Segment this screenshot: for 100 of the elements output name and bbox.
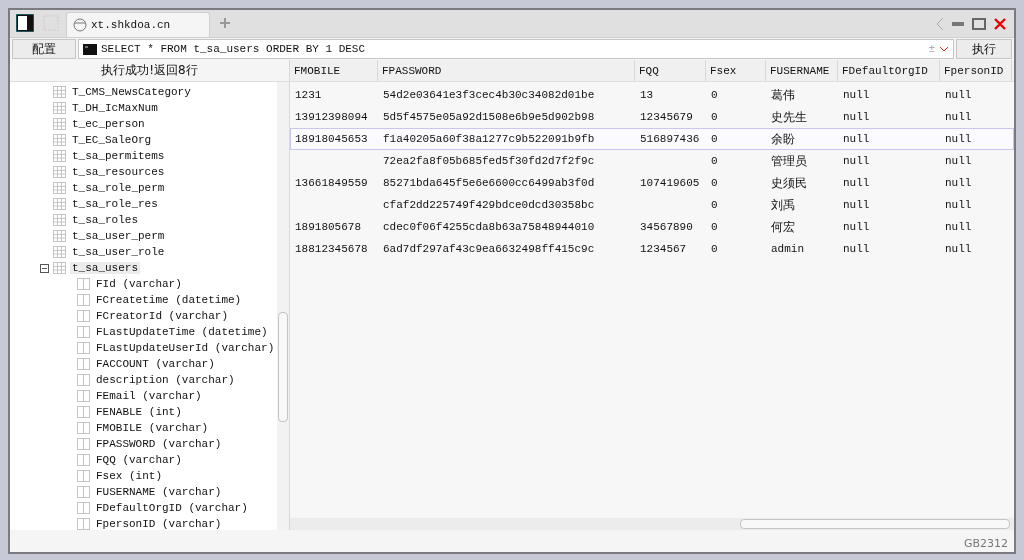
column-tree-item[interactable]: description (varchar) — [94, 374, 237, 386]
table-cell: 1891805678 — [295, 221, 361, 233]
table-cell: 余盼 — [771, 130, 795, 148]
table-tree-item[interactable]: T_DH_IcMaxNum — [70, 102, 160, 114]
column-tree-item[interactable]: FACCOUNT (varchar) — [94, 358, 217, 370]
table-icon — [53, 198, 66, 210]
table-cell: 管理员 — [771, 152, 807, 170]
table-icon — [53, 118, 66, 130]
column-tree-item[interactable]: FQQ (varchar) — [94, 454, 184, 466]
table-tree-item[interactable]: t_sa_resources — [70, 166, 167, 178]
table-cell: 刘禹 — [771, 196, 795, 214]
table-cell: null — [945, 111, 972, 123]
table-cell: 何宏 — [771, 218, 795, 236]
table-icon — [53, 86, 66, 98]
column-header[interactable]: Fsex — [706, 60, 766, 81]
table-cell: admin — [771, 243, 804, 255]
table-cell: 107419605 — [640, 177, 700, 189]
table-cell: 5d5f4575e05a92d1508e6b9e5d902b98 — [383, 111, 595, 123]
table-cell: 史先生 — [771, 108, 807, 126]
table-row[interactable]: 1891805678 cdec0f06f4255cda8b63a75848944010 34567890 0 何宏 null null — [290, 216, 1014, 238]
column-icon — [77, 374, 90, 386]
column-icon — [77, 326, 90, 338]
column-tree-item[interactable]: FCreatorId (varchar) — [94, 310, 231, 322]
browser-tab[interactable]: xt.shkdoa.cn — [66, 12, 210, 37]
table-cell: cdec0f06f4255cda8b63a75848944010 — [383, 221, 595, 233]
dropdown-caret-icon[interactable] — [939, 46, 949, 52]
table-cell: f1a40205a60f38a1277c9b522091b9fb — [383, 133, 595, 145]
table-cell: null — [945, 243, 972, 255]
table-cell: 18812345678 — [295, 243, 368, 255]
table-tree-item[interactable]: t_sa_role_res — [70, 198, 160, 210]
column-icon — [77, 390, 90, 402]
table-row[interactable]: cfaf2dd225749f429bdce0dcd30358bc 0 刘禹 null null — [290, 194, 1014, 216]
column-tree-item[interactable]: FDefaultOrgID (varchar) — [94, 502, 250, 514]
column-icon — [77, 518, 90, 530]
config-button[interactable]: 配置 — [12, 39, 76, 59]
column-icon — [77, 422, 90, 434]
column-header[interactable]: FDefaultOrgID — [838, 60, 940, 81]
table-icon — [53, 262, 66, 274]
table-row[interactable]: 18812345678 6ad7df297af43c9ea6632498ff415c9c 1234567 0 admin null null — [290, 238, 1014, 260]
table-row[interactable]: 72ea2fa8f05b685fed5f30fd2d7f2f9c 0 管理员 null null — [290, 150, 1014, 172]
table-row[interactable]: 13912398094 5d5f4575e05a92d1508e6b9e5d902b98 12345679 0 史先生 null null — [290, 106, 1014, 128]
query-field[interactable]: SELECT * FROM t_sa_users ORDER BY 1 DESC ± — [78, 39, 954, 59]
table-icon — [53, 214, 66, 226]
table-cell: 13661849559 — [295, 177, 368, 189]
column-tree-item[interactable]: FENABLE (int) — [94, 406, 184, 418]
sidebar-toggle-icon[interactable] — [16, 14, 34, 32]
column-icon — [77, 438, 90, 450]
column-tree-item[interactable]: FPASSWORD (varchar) — [94, 438, 224, 450]
table-tree-item[interactable]: t_sa_permitems — [70, 150, 167, 162]
table-tree-item[interactable]: t_sa_user_role — [70, 246, 167, 258]
table-cell: 85271bda645f5e6e6600cc6499ab3f0d — [383, 177, 595, 189]
table-cell: 0 — [711, 199, 718, 211]
column-header[interactable]: FQQ — [635, 60, 706, 81]
table-cell: null — [843, 155, 870, 167]
table-tree-item[interactable]: t_sa_roles — [70, 214, 140, 226]
table-tree-item[interactable]: T_CMS_NewsCategory — [70, 86, 193, 98]
table-row[interactable]: 13661849559 85271bda645f5e6e6600cc6499ab3f0d 107419605 0 史须民 null null — [290, 172, 1014, 194]
table-icon — [53, 230, 66, 242]
column-tree-item[interactable]: FCreatetime (datetime) — [94, 294, 244, 306]
column-icon — [77, 294, 90, 306]
vertical-scrollbar[interactable] — [277, 82, 289, 530]
table-cell: 0 — [711, 111, 718, 123]
table-cell: 18918045653 — [295, 133, 368, 145]
table-row[interactable]: 1231 54d2e03641e3f3cec4b30c34082d01be 13 0 葛伟 null null — [290, 84, 1014, 106]
table-cell: null — [843, 133, 870, 145]
table-cell: 0 — [711, 133, 718, 145]
table-cell: null — [945, 177, 972, 189]
column-header[interactable]: FpersonID — [940, 60, 1012, 81]
table-tree-item[interactable]: T_EC_SaleOrg — [70, 134, 154, 146]
table-cell: 72ea2fa8f05b685fed5f30fd2d7f2f9c — [383, 155, 595, 167]
column-tree-item[interactable]: Fsex (int) — [94, 470, 164, 482]
horizontal-scrollbar[interactable] — [290, 518, 1014, 530]
column-tree-item[interactable]: FEmail (varchar) — [94, 390, 204, 402]
table-cell: 54d2e03641e3f3cec4b30c34082d01be — [383, 89, 595, 101]
table-tree-item[interactable]: t_sa_user_perm — [70, 230, 167, 242]
column-tree-item[interactable]: FMOBILE (varchar) — [94, 422, 211, 434]
table-cell: 0 — [711, 177, 718, 189]
column-header[interactable]: FMOBILE — [290, 60, 378, 81]
column-icon — [77, 342, 90, 354]
column-tree-item[interactable]: FUSERNAME (varchar) — [94, 486, 224, 498]
column-tree-item[interactable]: FId (varchar) — [94, 278, 184, 290]
column-header[interactable]: FUSERNAME — [766, 60, 838, 81]
table-tree-item[interactable]: t_ec_person — [70, 118, 147, 130]
table-row[interactable]: 18918045653 f1a40205a60f38a1277c9b522091b9fb 516897436 0 余盼 null null — [290, 128, 1014, 150]
column-tree-item[interactable]: FLastUpdateUserId (varchar) — [94, 342, 277, 354]
new-tab-icon[interactable] — [220, 18, 230, 28]
table-tree-item[interactable]: t_sa_users — [70, 262, 140, 274]
column-tree-item[interactable]: FpersonID (varchar) — [94, 518, 224, 530]
minimize-icon[interactable] — [952, 20, 964, 27]
run-button[interactable]: 执行 — [956, 39, 1012, 59]
column-header[interactable]: FPASSWORD — [378, 60, 635, 81]
table-tree-item[interactable]: t_sa_role_perm — [70, 182, 167, 194]
table-icon — [53, 166, 66, 178]
close-icon[interactable] — [994, 17, 1006, 30]
back-icon[interactable] — [936, 16, 944, 31]
column-icon — [77, 454, 90, 466]
column-tree-item[interactable]: FLastUpdateTime (datetime) — [94, 326, 270, 338]
collapse-icon[interactable] — [40, 263, 49, 273]
maximize-icon[interactable] — [972, 17, 986, 30]
table-cell: 13912398094 — [295, 111, 368, 123]
